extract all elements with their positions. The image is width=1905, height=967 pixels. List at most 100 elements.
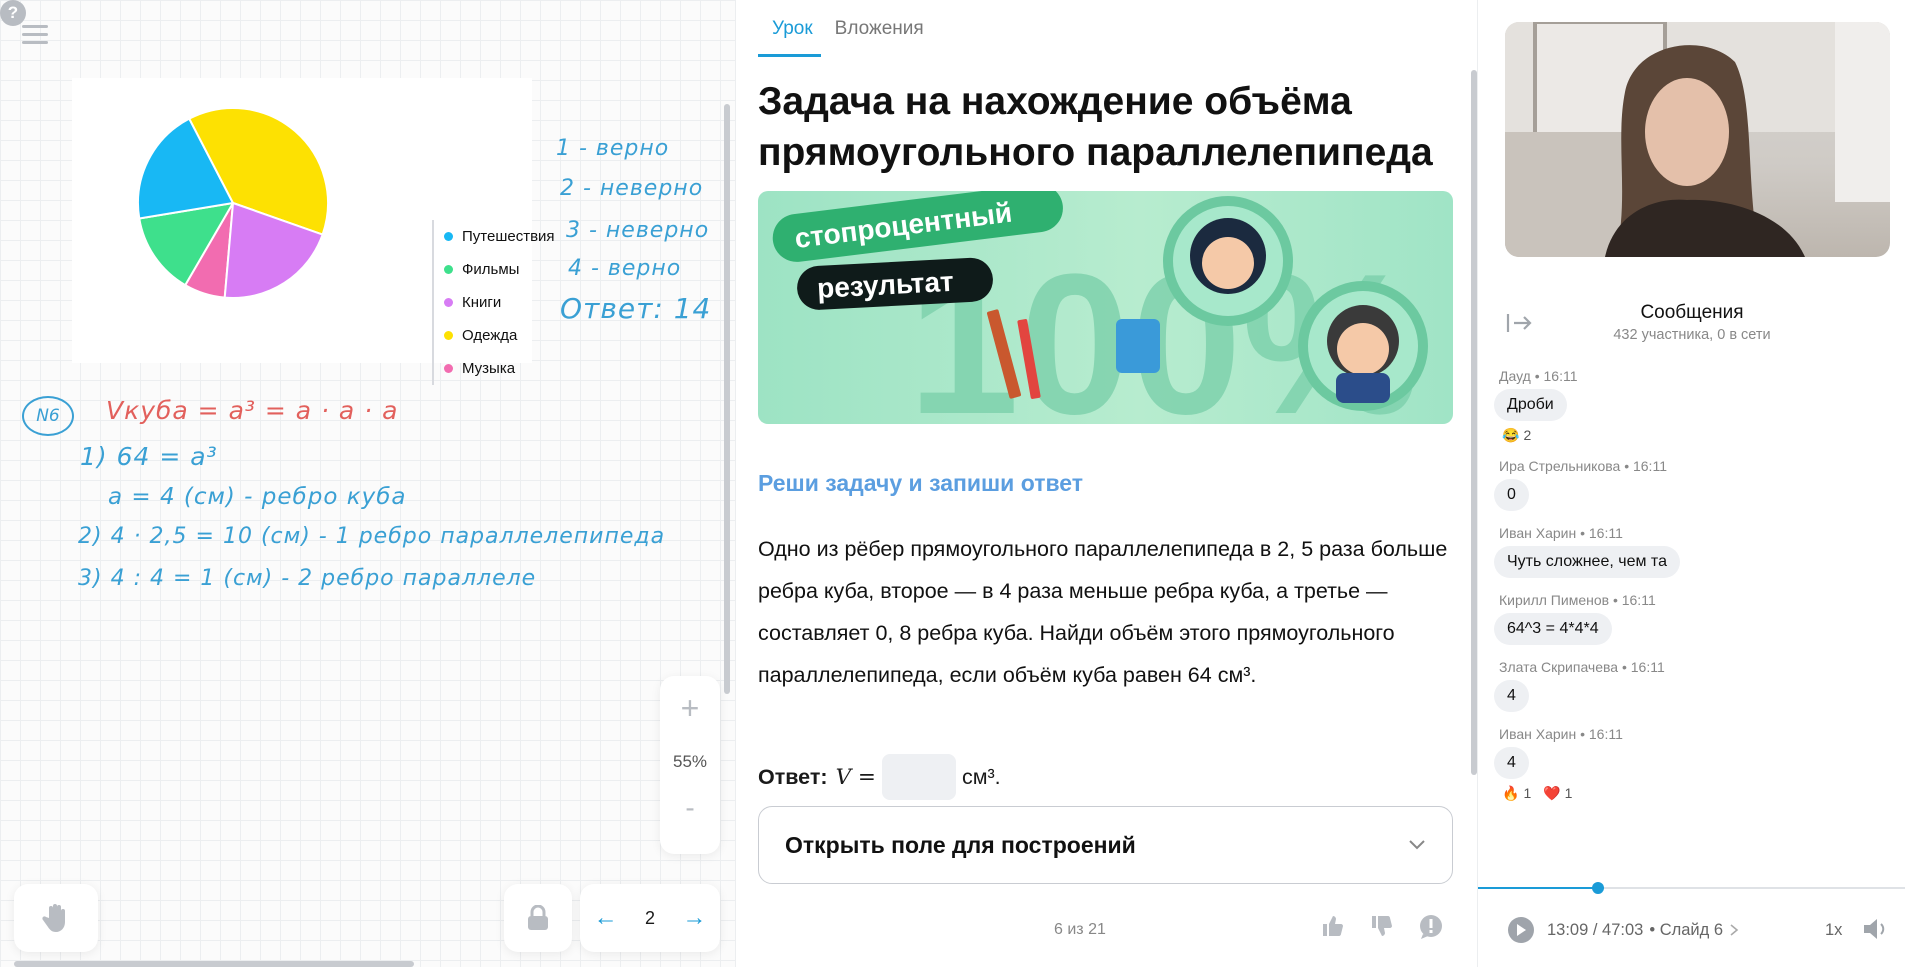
menu-icon[interactable] — [22, 25, 48, 45]
board-scrollbar-vertical[interactable] — [724, 104, 730, 694]
reaction-chip[interactable]: 🔥 1 — [1502, 785, 1531, 802]
answer-note-4: 4 - верно — [568, 256, 682, 281]
slide-link[interactable]: • Слайд 6 — [1649, 921, 1723, 940]
video-progress-handle[interactable] — [1591, 882, 1604, 894]
message-author-time: Злата Скрипачева • 16:11 — [1499, 659, 1665, 675]
chat-message: Злата Скрипачева • 16:11 4 — [1494, 659, 1894, 712]
message-reactions: 😂 2 — [1502, 427, 1894, 444]
legend-swatch — [444, 364, 453, 373]
current-page: 2 — [644, 907, 655, 928]
answer-row: Ответ: V = см³. — [758, 754, 1001, 800]
legend-item: Путешествия — [444, 220, 555, 253]
answer-input[interactable] — [881, 754, 956, 800]
volume-icon[interactable] — [1862, 916, 1890, 942]
step-2: 2) 4 · 2,5 = 10 (см) - 1 ребро параллеле… — [78, 524, 666, 549]
formula: Vкуба = a³ = a · a · a — [106, 396, 399, 425]
answer-note-5: Ответ: 14 — [560, 292, 712, 325]
reaction-count: 2 — [1523, 427, 1532, 443]
lesson-title: Задача на нахождение объёма прямоугольно… — [758, 80, 1433, 174]
task-subheading: Реши задачу и запиши ответ — [758, 470, 1084, 496]
message-author-time: Ира Стрельникова • 16:11 — [1499, 458, 1667, 474]
player-controls: 13:09 / 47:03 • Слайд 6 1x — [1478, 910, 1905, 950]
zoom-out-button[interactable]: - — [660, 792, 720, 824]
lock-button[interactable] — [504, 884, 572, 952]
next-page-button[interactable]: → — [682, 904, 706, 932]
reaction-chip[interactable]: ❤️ 1 — [1543, 785, 1572, 802]
message-author-time: Иван Харин • 16:11 — [1499, 525, 1623, 541]
reaction-chip[interactable]: 😂 2 — [1502, 427, 1531, 444]
legend-item: Одежда — [444, 319, 555, 352]
message-author-time: Дауд • 16:11 — [1499, 368, 1578, 384]
zoom-in-button[interactable]: + — [660, 690, 720, 730]
message-bubble[interactable]: 64^3 = 4*4*4 — [1494, 613, 1612, 645]
teacher-video-frame — [1505, 22, 1890, 257]
legend-label: Музыка — [462, 360, 516, 377]
teacher-video[interactable] — [1505, 22, 1890, 257]
problem-circle: N6 — [22, 396, 74, 436]
tab-attachments[interactable]: Вложения — [821, 18, 932, 57]
thumbs-up-icon[interactable] — [1321, 914, 1345, 938]
tab-lesson[interactable]: Урок — [758, 18, 821, 57]
play-icon — [1517, 924, 1526, 936]
message-bubble[interactable]: 4 — [1494, 680, 1529, 712]
prev-page-button[interactable]: ← — [594, 904, 618, 932]
lesson-tabs: Урок Вложения — [758, 18, 932, 57]
message-bubble[interactable]: 0 — [1494, 479, 1529, 511]
message-bubble[interactable]: Чуть сложнее, чем та — [1494, 546, 1680, 578]
legend-item: Музыка — [444, 352, 555, 385]
legend-label: Путешествия — [462, 228, 555, 245]
legend-label: Фильмы — [462, 261, 520, 278]
thumbs-down-icon[interactable] — [1370, 914, 1394, 938]
chart-legend: Путешествия Фильмы Книги Одежда Музыка — [432, 220, 555, 385]
legend-item: Фильмы — [444, 253, 555, 286]
chat-participants: 432 участника, 0 в сети — [1613, 327, 1771, 343]
answer-note-1: 1 - верно — [556, 136, 670, 161]
legend-label: Книги — [462, 294, 502, 311]
legend-swatch — [444, 265, 453, 274]
step-1b: a = 4 (см) - ребро куба — [108, 484, 407, 510]
chevron-down-icon — [1409, 840, 1425, 850]
hand-tool-button[interactable] — [14, 884, 98, 952]
task-text: Одно из рёбер прямоугольного параллелепи… — [758, 537, 1448, 687]
answer-label: Ответ: — [758, 764, 828, 789]
legend-item: Книги — [444, 286, 555, 319]
banner-illustration: 100% стопроцентный результат — [772, 191, 1428, 424]
reaction-emoji: 🔥 — [1502, 785, 1520, 801]
video-progress-fill — [1478, 887, 1598, 889]
chat-header: Сообщения 432 участника, 0 в сети — [1478, 290, 1905, 343]
chat-message: Ира Стрельникова • 16:11 0 — [1494, 458, 1894, 511]
playback-speed[interactable]: 1x — [1825, 921, 1842, 940]
zoom-level: 55% — [672, 752, 708, 771]
legend-swatch — [444, 232, 453, 241]
message-bubble[interactable]: 4 — [1494, 747, 1529, 779]
whiteboard[interactable]: ? Путешествия Фильмы Книги Одежда Музыка 1 -… — [0, 0, 735, 967]
step-1: 1) 64 = a³ — [80, 442, 218, 471]
help-icon[interactable]: ? — [0, 0, 26, 26]
chat-message: Кирилл Пименов • 16:11 64^3 = 4*4*4 — [1494, 592, 1894, 645]
board-scrollbar-horizontal[interactable] — [14, 961, 414, 967]
pie-chart-card: Путешествия Фильмы Книги Одежда Музыка — [72, 78, 555, 385]
message-author-time: Иван Харин • 16:11 — [1499, 726, 1623, 742]
reaction-emoji: ❤️ — [1543, 785, 1561, 801]
play-button[interactable] — [1508, 917, 1534, 943]
zoom-panel: + 55% - — [660, 676, 720, 854]
player-time: 13:09 / 47:03 — [1547, 920, 1644, 939]
page-switcher: ← 2 → — [580, 884, 720, 952]
chevron-right-icon — [1730, 924, 1739, 936]
answer-note-3: 3 - неверно — [566, 218, 710, 243]
answer-unit: см³. — [961, 764, 1001, 789]
message-bubble[interactable]: Дроби — [1494, 389, 1567, 421]
open-construction-field-button[interactable]: Открыть поле для построений — [758, 806, 1453, 884]
lock-icon — [528, 905, 548, 930]
problem-label: N6 — [36, 406, 60, 426]
step-3: 3) 4 : 4 = 1 (см) - 2 ребро параллеле — [78, 566, 537, 591]
report-icon[interactable] — [1418, 914, 1444, 940]
chat-message: Иван Харин • 16:11 4 🔥 1 ❤️ 1 — [1494, 726, 1894, 802]
answer-lhs: V = — [835, 764, 876, 790]
reaction-emoji: 😂 — [1502, 427, 1520, 443]
message-author-time: Кирилл Пименов • 16:11 — [1499, 592, 1656, 608]
lesson-panel: Урок Вложения Задача на нахождение объём… — [735, 0, 1477, 967]
answer-note-2: 2 - неверно — [560, 176, 704, 201]
hand-icon — [42, 904, 65, 932]
reaction-count: 1 — [1564, 785, 1573, 801]
